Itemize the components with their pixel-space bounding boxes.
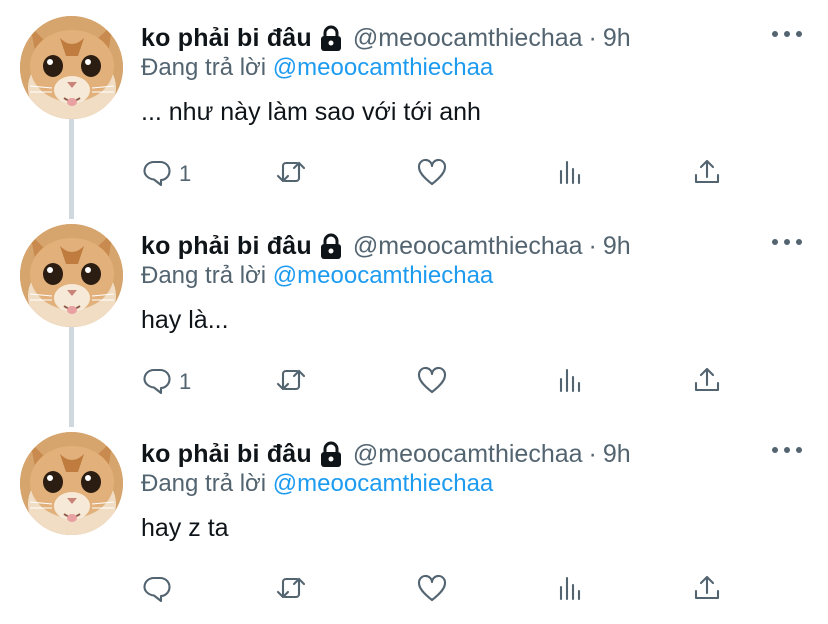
retweet-icon xyxy=(275,364,307,401)
tweet-actions: 1 xyxy=(141,158,731,190)
mention-link[interactable]: @meoocamthiechaa xyxy=(273,54,493,81)
share-icon xyxy=(691,156,723,193)
lock-icon xyxy=(319,25,343,51)
separator-dot: · xyxy=(588,23,597,52)
reply-count: 1 xyxy=(179,369,192,394)
timestamp[interactable]: 9h xyxy=(603,232,631,261)
retweet-icon xyxy=(275,156,307,193)
retweet-button[interactable] xyxy=(275,574,307,606)
reply-count: 1 xyxy=(179,161,192,186)
separator-dot: · xyxy=(588,439,597,468)
more-icon[interactable] xyxy=(772,230,802,254)
views-button[interactable] xyxy=(554,158,586,190)
lock-icon xyxy=(319,233,343,259)
tweet[interactable]: ko phải bi đâu @meoocamthiechaa · 9h Đan… xyxy=(0,416,828,624)
tweet-actions: 1 xyxy=(141,366,731,398)
avatar[interactable] xyxy=(20,16,123,119)
reply-prefix: Đang trả lời xyxy=(141,54,267,81)
views-button[interactable] xyxy=(554,366,586,398)
tweet-header: ko phải bi đâu @meoocamthiechaa · 9h xyxy=(141,22,631,54)
tweet-header: ko phải bi đâu @meoocamthiechaa · 9h xyxy=(141,438,631,470)
username[interactable]: @meoocamthiechaa xyxy=(353,24,583,53)
reply-icon xyxy=(141,364,173,401)
like-button[interactable] xyxy=(416,574,448,606)
reply-icon xyxy=(141,572,173,609)
username[interactable]: @meoocamthiechaa xyxy=(353,232,583,261)
more-icon[interactable] xyxy=(772,438,802,462)
heart-icon xyxy=(416,572,448,609)
views-icon xyxy=(554,572,586,609)
display-name[interactable]: ko phải bi đâu xyxy=(141,232,312,261)
heart-icon xyxy=(416,156,448,193)
heart-icon xyxy=(416,364,448,401)
retweet-button[interactable] xyxy=(275,366,307,398)
views-icon xyxy=(554,156,586,193)
like-button[interactable] xyxy=(416,366,448,398)
mention-link[interactable]: @meoocamthiechaa xyxy=(273,470,493,497)
tweet-text: ... như này làm sao với tới anh xyxy=(141,98,481,126)
lock-icon xyxy=(319,441,343,467)
timestamp[interactable]: 9h xyxy=(603,440,631,469)
replying-to: Đang trả lời @meoocamthiechaa xyxy=(141,54,493,82)
tweet[interactable]: ko phải bi đâu @meoocamthiechaa · 9h Đan… xyxy=(0,208,828,416)
views-icon xyxy=(554,364,586,401)
replying-to: Đang trả lời @meoocamthiechaa xyxy=(141,470,493,498)
timestamp[interactable]: 9h xyxy=(603,24,631,53)
reply-button[interactable] xyxy=(141,574,179,606)
reply-button[interactable]: 1 xyxy=(141,366,191,398)
reply-prefix: Đang trả lời xyxy=(141,470,267,497)
like-button[interactable] xyxy=(416,158,448,190)
tweet[interactable]: ko phải bi đâu @meoocamthiechaa · 9h Đan… xyxy=(0,0,828,208)
tweet-text: hay là... xyxy=(141,306,229,334)
tweet-text: hay z ta xyxy=(141,514,229,542)
tweet-actions xyxy=(141,574,731,606)
mention-link[interactable]: @meoocamthiechaa xyxy=(273,262,493,289)
share-button[interactable] xyxy=(691,574,723,606)
display-name[interactable]: ko phải bi đâu xyxy=(141,24,312,53)
separator-dot: · xyxy=(588,231,597,260)
retweet-button[interactable] xyxy=(275,158,307,190)
share-button[interactable] xyxy=(691,366,723,398)
reply-prefix: Đang trả lời xyxy=(141,262,267,289)
tweet-header: ko phải bi đâu @meoocamthiechaa · 9h xyxy=(141,230,631,262)
share-button[interactable] xyxy=(691,158,723,190)
replying-to: Đang trả lời @meoocamthiechaa xyxy=(141,262,493,290)
views-button[interactable] xyxy=(554,574,586,606)
username[interactable]: @meoocamthiechaa xyxy=(353,440,583,469)
reply-icon xyxy=(141,156,173,193)
avatar[interactable] xyxy=(20,432,123,535)
avatar[interactable] xyxy=(20,224,123,327)
display-name[interactable]: ko phải bi đâu xyxy=(141,440,312,469)
reply-button[interactable]: 1 xyxy=(141,158,191,190)
more-icon[interactable] xyxy=(772,22,802,46)
share-icon xyxy=(691,572,723,609)
retweet-icon xyxy=(275,572,307,609)
share-icon xyxy=(691,364,723,401)
